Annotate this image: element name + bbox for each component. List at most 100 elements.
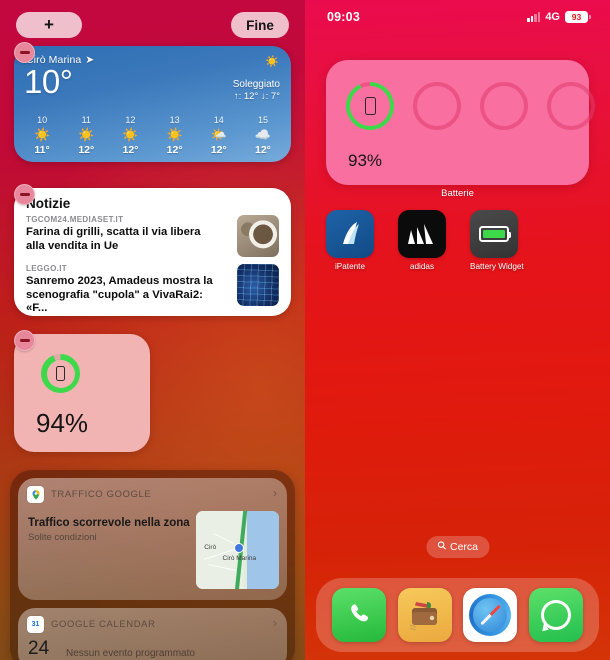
battery-slot-iphone	[346, 82, 394, 130]
batteries-widget-caption: Batterie	[441, 188, 474, 199]
remove-weather-widget-button[interactable]	[14, 42, 35, 63]
dock	[316, 578, 599, 652]
battery-ring-gauge	[41, 354, 80, 393]
weather-forecast-day: 14 🌤️ 12°	[197, 115, 241, 156]
forecast-day-temp: 12°	[166, 144, 183, 156]
search-label: Cerca	[449, 541, 479, 553]
weather-temperature: 10°	[24, 63, 73, 100]
status-bar: 09:03 4G 93	[305, 0, 610, 34]
traffic-title: Traffico scorrevole nella zona	[28, 517, 190, 529]
chevron-right-icon: ›	[273, 616, 277, 630]
calendar-empty-text: Nessun evento programmato	[66, 648, 195, 659]
map-location-dot	[234, 543, 245, 554]
weather-forecast-day: 12 ☀️ 12°	[108, 115, 152, 156]
map-label: Cirò	[204, 543, 217, 551]
status-bar-indicators: 4G 93	[527, 10, 591, 24]
forecast-day-temp: 12°	[122, 144, 139, 156]
weather-forecast-day: 15 ☁️ 12°	[241, 115, 285, 156]
weather-forecast-row: 10 ☀️ 11° 11 ☀️ 12° 12 ☀️ 12° 13 ☀️ 12° 14 🌤️ 12° 15 ☁️ 1…	[14, 115, 291, 156]
google-calendar-icon: 31	[27, 616, 44, 633]
add-widget-button[interactable]: +	[16, 12, 82, 38]
home-screen-panel: 09:03 4G 93 93% Batterie iPatente adidas…	[305, 0, 610, 660]
app-label: Battery Widget	[470, 262, 524, 271]
wallet-app-icon[interactable]	[397, 588, 452, 642]
forecast-day-number: 15	[257, 115, 268, 125]
app-ipatente[interactable]: iPatente	[326, 210, 374, 271]
forecast-day-number: 14	[213, 115, 224, 125]
traffic-subtitle: Solite condizioni	[28, 532, 97, 543]
weather-forecast-day: 10 ☀️ 11°	[20, 115, 64, 156]
battery-slot-empty	[480, 82, 528, 130]
google-maps-icon	[27, 486, 44, 503]
forecast-day-number: 11	[81, 115, 91, 125]
app-label: adidas	[409, 262, 435, 271]
news-item[interactable]: LEGGO.IT Sanremo 2023, Amadeus mostra la…	[26, 264, 279, 316]
edit-toolbar: + Fine	[0, 12, 305, 42]
iphone-icon	[56, 366, 65, 381]
remove-battery-widget-button[interactable]	[14, 330, 35, 351]
weather-widget[interactable]: Cirò Marina ➤ 10° ☀️ Soleggiato ↑: 12° ↓…	[14, 46, 291, 162]
phone-app-icon[interactable]	[331, 588, 386, 642]
iphone-icon	[364, 97, 376, 115]
traffic-widget-body: Traffico scorrevole nella zona Solite co…	[28, 516, 193, 543]
status-bar-battery: 93	[565, 10, 591, 24]
battery-widget[interactable]: 94%	[14, 334, 150, 452]
sun-icon: ☀️	[78, 127, 95, 142]
battery-widget-app-icon	[470, 210, 518, 258]
forecast-day-number: 12	[125, 115, 136, 125]
sun-icon: ☀️	[265, 56, 279, 68]
calendar-widget-app-name: GOOGLE CALENDAR	[51, 619, 156, 630]
map-label: Cirò Marina	[222, 554, 257, 562]
app-grid: iPatente adidas Battery Widget	[326, 210, 589, 271]
forecast-day-temp: 12°	[255, 144, 271, 156]
calendar-widget-header: 31 GOOGLE CALENDAR	[27, 616, 156, 633]
ipatente-app-icon	[326, 210, 374, 258]
sun-icon: ☀️	[166, 127, 183, 142]
weather-forecast-day: 11 ☀️ 12°	[64, 115, 108, 156]
news-thumbnail-image	[237, 215, 279, 257]
traffic-widget-app-name: TRAFFICO GOOGLE	[51, 489, 152, 500]
sun-behind-cloud-icon: 🌤️	[210, 127, 227, 142]
signal-bars-icon	[527, 12, 541, 22]
widget-stack[interactable]: TRAFFICO GOOGLE › Traffico scorrevole ne…	[10, 470, 295, 660]
traffic-map-thumbnail: Cirò Cirò Marina	[196, 511, 279, 589]
home-screen-edit-mode-panel: + Fine Cirò Marina ➤ 10° ☀️ Soleggiato ↑…	[0, 0, 305, 660]
batteries-widget[interactable]: 93%	[326, 60, 595, 185]
status-bar-time: 09:03	[327, 10, 360, 24]
adidas-app-icon	[398, 210, 446, 258]
news-headline: Farina di grilli, scatta il via libera a…	[26, 226, 201, 252]
weather-forecast-day: 13 ☀️ 12°	[153, 115, 197, 156]
google-traffic-widget[interactable]: TRAFFICO GOOGLE › Traffico scorrevole ne…	[18, 478, 287, 600]
whatsapp-app-icon[interactable]	[529, 588, 584, 642]
search-button[interactable]: Cerca	[425, 536, 490, 558]
forecast-day-temp: 11°	[34, 144, 50, 156]
news-thumbnail-image	[237, 264, 279, 306]
app-label: iPatente	[334, 262, 366, 271]
safari-app-icon[interactable]	[463, 588, 518, 642]
google-calendar-widget[interactable]: 31 GOOGLE CALENDAR › 24 Nessun evento pr…	[18, 608, 287, 660]
news-item[interactable]: TGCOM24.MEDIASET.IT Farina di grilli, sc…	[26, 215, 279, 257]
battery-slot-empty	[413, 82, 461, 130]
battery-slots-row	[346, 82, 595, 130]
weather-condition: Soleggiato	[232, 79, 280, 90]
forecast-day-temp: 12°	[210, 144, 227, 156]
battery-percent-label: 94%	[36, 408, 89, 438]
app-battery-widget[interactable]: Battery Widget	[470, 210, 524, 271]
forecast-day-number: 13	[169, 115, 180, 125]
done-button[interactable]: Fine	[231, 12, 289, 38]
calendar-day-number: 24	[28, 638, 50, 659]
news-widget[interactable]: Notizie TGCOM24.MEDIASET.IT Farina di gr…	[14, 188, 291, 316]
battery-slot-empty	[547, 82, 595, 130]
app-adidas[interactable]: adidas	[398, 210, 446, 271]
search-icon	[437, 541, 446, 553]
remove-news-widget-button[interactable]	[14, 184, 35, 205]
traffic-widget-header: TRAFFICO GOOGLE	[27, 486, 151, 503]
news-headline: Sanremo 2023, Amadeus mostra la scenogra…	[26, 275, 213, 314]
weather-high-low: ↑: 12° ↓: 7°	[233, 91, 280, 102]
forecast-day-temp: 12°	[78, 144, 95, 156]
screenshot-root: + Fine Cirò Marina ➤ 10° ☀️ Soleggiato ↑…	[0, 0, 610, 660]
sun-icon: ☀️	[122, 127, 139, 142]
batteries-percent-label: 93%	[348, 151, 383, 170]
sun-icon: ☀️	[33, 127, 51, 142]
network-type-label: 4G	[545, 11, 560, 23]
